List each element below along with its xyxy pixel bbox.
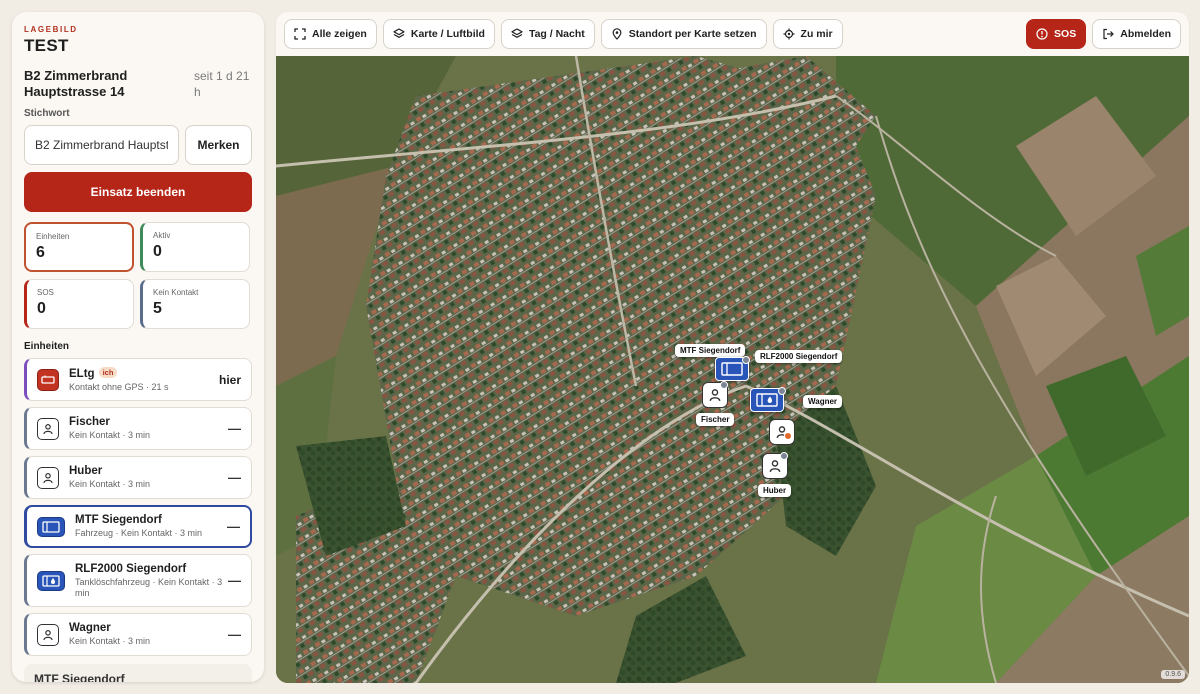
incident-since: seit 1 d 21 h	[194, 69, 250, 99]
incident-header: B2 Zimmerbrand Hauptstrasse 14 seit 1 d …	[24, 68, 252, 100]
status-dot	[778, 387, 786, 395]
person-icon	[769, 460, 781, 473]
unit-name: Fischer	[69, 416, 110, 428]
stat-label: Aktiv	[153, 231, 171, 240]
show-all-label: Alle zeigen	[312, 28, 367, 40]
unit-status: Kein Kontakt · 3 min	[69, 479, 151, 489]
stat-label: Kein Kontakt	[153, 288, 199, 297]
sidebar: LAGEBILD TEST B2 Zimmerbrand Hauptstrass…	[12, 12, 264, 682]
unit-location: —	[228, 421, 241, 436]
unit-item-fischer[interactable]: Fischer Kein Kontakt · 3 min —	[24, 407, 252, 450]
fit-bounds-icon	[294, 28, 306, 40]
self-badge: ich	[98, 366, 118, 378]
unit-name: RLF2000 Siegendorf	[75, 562, 187, 575]
unit-item-eltg[interactable]: ELtg ich Kontakt ohne GPS · 21 s hier	[24, 358, 252, 401]
sos-button[interactable]: SOS	[1026, 19, 1087, 49]
unit-name: MTF Siegendorf	[75, 514, 162, 526]
stat-label: Einheiten	[36, 232, 70, 241]
unit-item-rlf2000-siegendorf[interactable]: RLF2000 Siegendorf Tanklöschfahrzeug · K…	[24, 554, 252, 607]
unit-item-huber[interactable]: Huber Kein Kontakt · 3 min —	[24, 456, 252, 499]
command-vehicle-icon	[37, 368, 59, 391]
person-icon	[37, 466, 59, 489]
show-all-button[interactable]: Alle zeigen	[284, 19, 377, 49]
save-keyword-button[interactable]: Merken	[185, 125, 252, 165]
stat-sos[interactable]: SOS 0	[24, 279, 134, 329]
unit-status: Kein Kontakt · 3 min	[69, 636, 151, 646]
stat-label: SOS	[37, 288, 54, 297]
unit-location: hier	[218, 372, 241, 387]
unit-location: —	[227, 519, 240, 534]
unit-name: ELtg	[69, 367, 95, 380]
logout-label: Abmelden	[1120, 28, 1171, 40]
stat-value: 0	[37, 300, 46, 317]
map-layer-toggle-button[interactable]: Karte / Luftbild	[382, 19, 495, 49]
map-label-fischer: Fischer	[696, 413, 735, 426]
sidebar-kicker: LAGEBILD	[24, 25, 78, 34]
vehicle-icon	[37, 516, 65, 537]
unit-item-mtf-siegendorf[interactable]: MTF Siegendorf Fahrzeug · Kein Kontakt ·…	[24, 505, 252, 548]
stat-value: 5	[153, 300, 162, 317]
map-label-rlf: RLF2000 Siegendorf	[755, 350, 843, 363]
map-marker-wagner[interactable]	[769, 419, 795, 445]
map-pin-icon	[612, 28, 622, 40]
person-icon	[709, 389, 721, 402]
end-mission-button[interactable]: Einsatz beenden	[24, 172, 252, 212]
tanker-vehicle-icon	[37, 570, 65, 591]
logout-icon	[1103, 28, 1115, 40]
status-dot	[742, 356, 750, 364]
person-icon	[37, 417, 59, 440]
layers-icon	[511, 28, 523, 38]
unit-status: Kontakt ohne GPS · 21 s	[69, 381, 169, 392]
set-location-label: Standort per Karte setzen	[628, 28, 757, 40]
unit-name: Wagner	[69, 622, 111, 634]
stat-value: 6	[36, 244, 45, 261]
unit-detail-panel[interactable]: MTF Siegendorf	[24, 664, 252, 682]
incident-title: TEST	[24, 36, 69, 55]
person-icon	[37, 623, 59, 646]
stat-value: 0	[153, 243, 162, 260]
day-night-toggle-button[interactable]: Tag / Nacht	[500, 19, 595, 49]
day-night-label: Tag / Nacht	[528, 28, 585, 40]
map-label-huber: Huber	[758, 484, 792, 497]
status-dot	[784, 432, 792, 440]
units-heading: Einheiten	[24, 341, 70, 352]
unit-location: —	[228, 470, 241, 485]
unit-name: Huber	[69, 465, 103, 477]
unit-location: —	[228, 627, 241, 642]
status-dot	[780, 452, 788, 460]
map-view[interactable]: MTF Siegendorf RLF2000 Siegendorf Wagner…	[276, 56, 1189, 683]
stat-units[interactable]: Einheiten 6	[24, 222, 134, 272]
stats-grid: Einheiten 6 Aktiv 0 SOS 0 Kein Kontakt 5	[24, 222, 252, 329]
app-version: 0.9.6	[1161, 670, 1185, 679]
status-dot	[720, 381, 728, 389]
unit-location: —	[228, 573, 241, 588]
map-toolbar: Alle zeigen Karte / Luftbild Tag / Nacht…	[276, 12, 1189, 56]
alert-circle-icon	[1036, 28, 1048, 40]
map-label-mtf: MTF Siegendorf	[675, 344, 746, 357]
logout-button[interactable]: Abmelden	[1092, 19, 1181, 49]
stat-active[interactable]: Aktiv 0	[140, 222, 250, 272]
unit-status: Fahrzeug · Kein Kontakt · 3 min	[75, 528, 203, 538]
keyword-label: Stichwort	[24, 108, 70, 119]
unit-status: Tanklöschfahrzeug · Kein Kontakt · 3 min	[75, 576, 223, 598]
stat-no-contact[interactable]: Kein Kontakt 5	[140, 279, 250, 329]
keyword-row: Merken	[24, 125, 252, 165]
layers-icon	[393, 28, 405, 38]
sos-label: SOS	[1054, 28, 1077, 40]
incident-name: B2 Zimmerbrand Hauptstrasse 14	[24, 68, 128, 99]
unit-item-wagner[interactable]: Wagner Kein Kontakt · 3 min —	[24, 613, 252, 656]
map-layer-label: Karte / Luftbild	[410, 28, 485, 40]
locate-me-button[interactable]: Zu mir	[772, 19, 843, 49]
unit-status: Kein Kontakt · 3 min	[69, 430, 151, 440]
keyword-input[interactable]	[24, 125, 179, 165]
set-location-button[interactable]: Standort per Karte setzen	[600, 19, 767, 49]
locate-me-label: Zu mir	[800, 28, 833, 40]
map-label-wagner: Wagner	[803, 395, 843, 408]
crosshair-icon	[783, 28, 795, 40]
